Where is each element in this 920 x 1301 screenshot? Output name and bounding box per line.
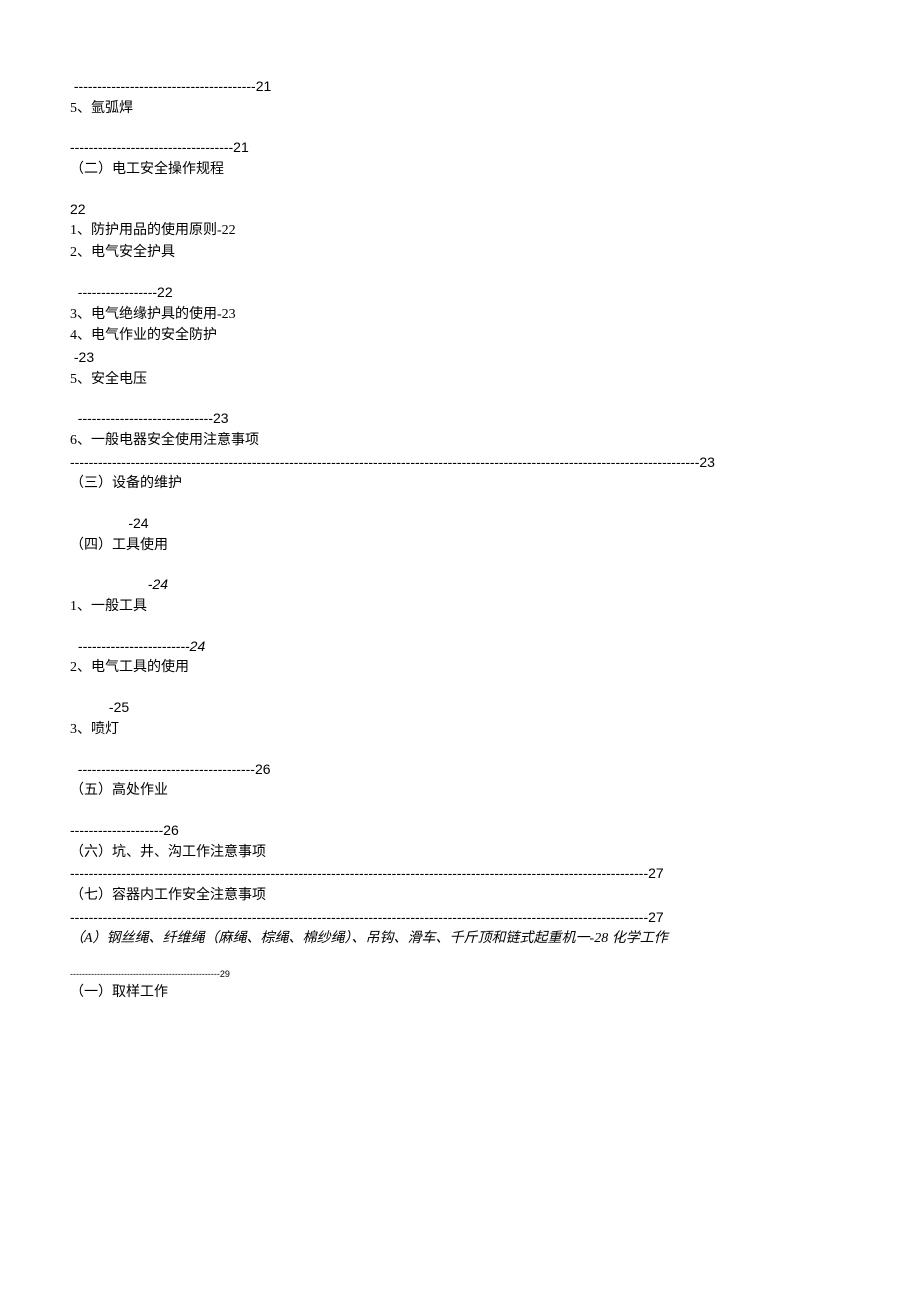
blank-line xyxy=(70,181,854,199)
toc-line: 1、防护用品的使用原则-22 xyxy=(70,220,854,242)
blank-line xyxy=(70,618,854,636)
toc-line: -23 xyxy=(70,347,854,369)
toc-line: -24 xyxy=(70,513,854,535)
toc-line: （三）设备的维护 xyxy=(70,473,854,495)
toc-line: （五）高处作业 xyxy=(70,780,854,802)
toc-line: 6、一般电器安全使用注意事项 xyxy=(70,430,854,452)
toc-content: ---------------------------------------2… xyxy=(70,76,854,1004)
toc-line: -----------------------------------21 xyxy=(70,137,854,159)
blank-line xyxy=(70,556,854,574)
toc-line: -----------------------------23 xyxy=(70,408,854,430)
blank-line xyxy=(70,495,854,513)
toc-line: --------------------26 xyxy=(70,820,854,842)
blank-line xyxy=(70,679,854,697)
toc-line: （四）工具使用 xyxy=(70,535,854,557)
blank-line xyxy=(70,802,854,820)
blank-line xyxy=(70,119,854,137)
toc-line: 2、电气工具的使用 xyxy=(70,657,854,679)
toc-line: -25 xyxy=(70,697,854,719)
blank-line xyxy=(70,390,854,408)
toc-line: ------------------------24 xyxy=(70,636,854,658)
toc-line: ----------------------------------------… xyxy=(70,907,854,929)
toc-line: ----------------------------------------… xyxy=(70,452,854,474)
toc-line: -24 xyxy=(70,574,854,596)
toc-line: （一）取样工作 xyxy=(70,982,854,1004)
toc-line: 22 xyxy=(70,199,854,221)
toc-line: 2、电气安全护具 xyxy=(70,242,854,264)
toc-line: （A）钢丝绳、纤维绳（麻绳、棕绳、棉纱绳）、吊钩、滑车、千斤顶和链式起重机一-2… xyxy=(70,928,854,950)
toc-line: 1、一般工具 xyxy=(70,596,854,618)
toc-line: 5、氩弧焊 xyxy=(70,98,854,120)
toc-line: ----------------------------------------… xyxy=(70,863,854,885)
toc-line: ----------------------------------------… xyxy=(70,968,854,982)
blank-line xyxy=(70,264,854,282)
toc-line: 4、电气作业的安全防护 xyxy=(70,325,854,347)
toc-line: 3、电气绝缘护具的使用-23 xyxy=(70,304,854,326)
toc-line: 5、安全电压 xyxy=(70,369,854,391)
toc-line: （六）坑、井、沟工作注意事项 xyxy=(70,842,854,864)
toc-line: ---------------------------------------2… xyxy=(70,76,854,98)
blank-line xyxy=(70,741,854,759)
blank-line xyxy=(70,950,854,968)
toc-line: （七）容器内工作安全注意事项 xyxy=(70,885,854,907)
document-page: ---------------------------------------2… xyxy=(0,0,920,1064)
toc-line: -----------------22 xyxy=(70,282,854,304)
toc-line: --------------------------------------26 xyxy=(70,759,854,781)
toc-line: 3、喷灯 xyxy=(70,719,854,741)
toc-line: （二）电工安全操作规程 xyxy=(70,159,854,181)
